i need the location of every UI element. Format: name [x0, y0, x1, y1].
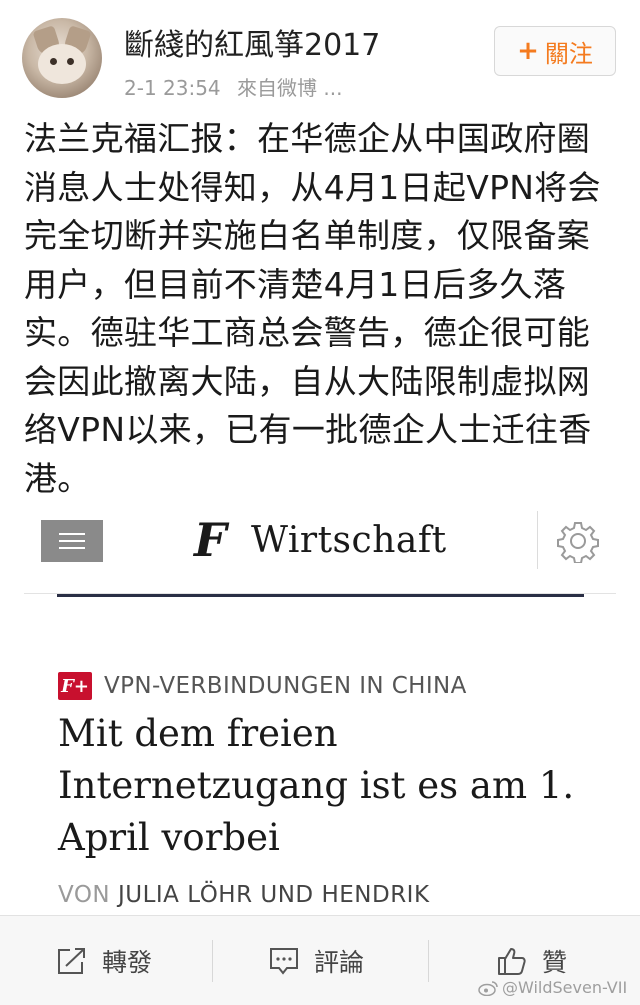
byline-names: JULIA LÖHR UND HENDRIK [117, 882, 430, 908]
post-meta: 2-1 23:54 來自微博 ... [124, 72, 342, 101]
faz-plus-badge: F+ [58, 672, 92, 700]
post-header: 斷綫的紅風箏2017 2-1 23:54 來自微博 ... + 關注 [0, 0, 640, 110]
post-source: 來自微博 ... [237, 76, 343, 100]
article-byline: VON JULIA LÖHR UND HENDRIK [58, 882, 430, 908]
watermark: @WildSeven-VII [478, 978, 627, 997]
post-text: 法兰克福汇报：在华德企从中国政府圈消息人士处得知，从4月1日起VPN将会完全切断… [24, 119, 601, 498]
action-separator [212, 940, 213, 982]
follow-button[interactable]: + 關注 [494, 26, 616, 76]
weibo-logo-icon [478, 980, 498, 996]
action-separator [428, 940, 429, 982]
like-label: 贊 [542, 948, 568, 977]
article-kicker: F+ VPN-VERBINDUNGEN IN CHINA [58, 672, 467, 700]
byline-prefix: VON [58, 882, 111, 908]
hamburger-menu-icon [41, 520, 103, 562]
repost-label: 轉發 [102, 948, 153, 977]
like-icon [498, 948, 526, 975]
plus-icon: + [517, 36, 539, 66]
username[interactable]: 斷綫的紅風箏2017 [124, 20, 380, 64]
comment-button[interactable]: 評論 [268, 916, 364, 1005]
post-date: 2-1 23:54 [124, 76, 221, 100]
repost-icon [58, 948, 85, 974]
watermark-text: @WildSeven-VII [502, 978, 628, 997]
faz-logo: F [194, 513, 227, 567]
embedded-article-image[interactable]: F Wirtschaft F+ VPN-VERBINDUNGEN IN CHIN… [24, 505, 616, 915]
article-headline: Mit dem freien Internetzugang ist es am … [58, 712, 575, 859]
comment-icon [270, 948, 298, 975]
action-bar: 轉發 評論 贊 @WildSeven-VII [0, 915, 640, 1005]
section-title: Wirtschaft [251, 520, 447, 561]
header-divider [537, 511, 538, 569]
avatar[interactable] [22, 18, 102, 98]
comment-label: 評論 [314, 948, 365, 977]
repost-button[interactable]: 轉發 [56, 916, 152, 1005]
header-accent-rule [57, 594, 584, 597]
kicker-text: VPN-VERBINDUNGEN IN CHINA [104, 673, 467, 699]
follow-label: 關注 [544, 39, 593, 68]
gear-icon [557, 522, 599, 563]
